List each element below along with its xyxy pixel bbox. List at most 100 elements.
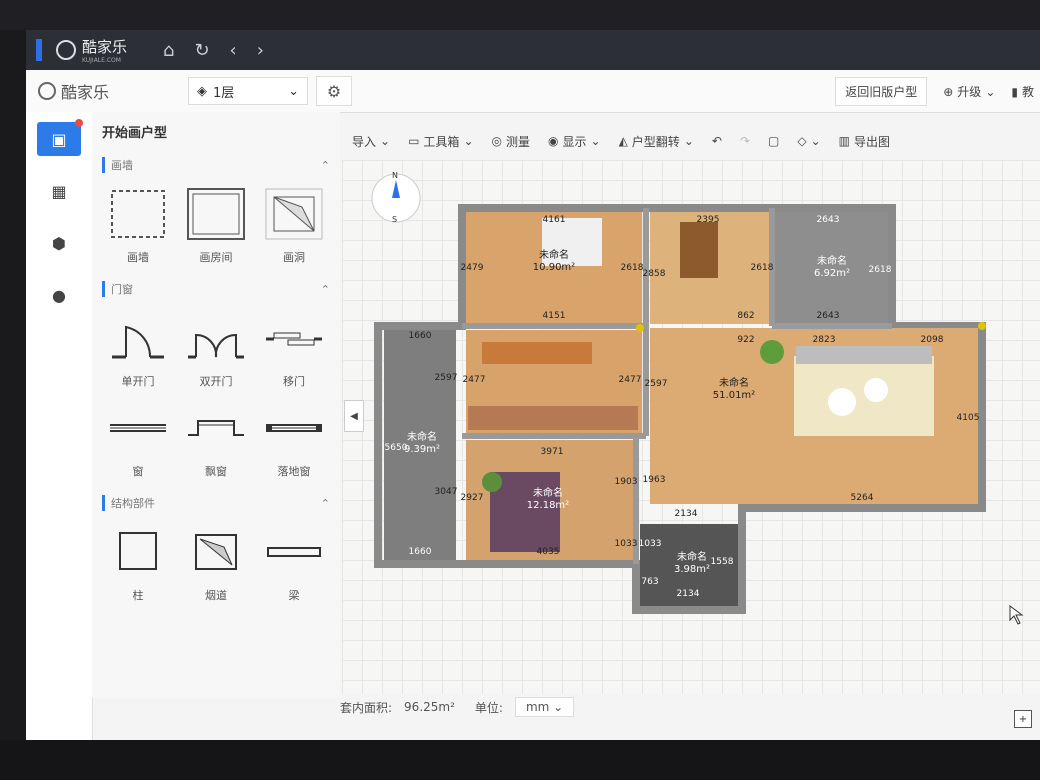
section-wall-header[interactable]: 画墙 ⌃ [92, 151, 340, 179]
dimension-label: 4105 [957, 413, 980, 423]
unit-value: mm [525, 700, 550, 714]
tool-label: 落地窗 [277, 465, 311, 478]
dimension-label: 2134 [677, 589, 700, 599]
measure-icon: ◎ [491, 134, 502, 148]
dimension-label: 2823 [813, 335, 836, 345]
section-structure-header[interactable]: 结构部件 ⌃ [92, 489, 340, 517]
sidebar-models[interactable]: ⬢ [37, 226, 81, 260]
wall-joint[interactable] [978, 322, 986, 330]
tool-draw-wall[interactable]: 画墙 [102, 183, 174, 265]
tool-double-door[interactable]: 双开门 [180, 307, 252, 389]
bay-window-icon [183, 397, 249, 459]
room-icon [183, 183, 249, 245]
gear-icon: ⚙ [326, 81, 342, 101]
section-structure: 结构部件 ⌃ 柱 烟道 梁 [92, 489, 340, 607]
section-structure-label: 结构部件 [102, 495, 155, 511]
settings-button[interactable]: ⚙ [316, 76, 352, 106]
section-door-header[interactable]: 门窗 ⌃ [92, 275, 340, 303]
tool-label: 画房间 [199, 251, 233, 264]
dimension-label: 2858 [643, 269, 666, 279]
cube-icon: ⬢ [52, 233, 66, 253]
forward-icon[interactable]: › [257, 40, 264, 61]
floorplan-icon: ▣ [51, 129, 67, 149]
undo-button[interactable]: ↶ [712, 134, 722, 148]
compass-s: S [392, 215, 397, 224]
chevron-down-icon: ⌄ [380, 134, 391, 148]
export-button[interactable]: ▥ 导出图 [839, 133, 890, 150]
tool-column[interactable]: 柱 [102, 521, 174, 603]
area-value: 96.25m² [404, 700, 455, 714]
toolbox-button[interactable]: ▭ 工具箱 ⌄ [408, 133, 473, 150]
toolbox-label: 工具箱 [423, 134, 460, 149]
chevron-down-icon: ⌄ [590, 134, 601, 148]
double-door-icon [183, 307, 249, 369]
redo-button[interactable]: ↷ [740, 134, 750, 148]
eraser-icon: ◇ [797, 134, 807, 148]
tool-draw-opening[interactable]: 画洞 [258, 183, 330, 265]
room-name: 未命名 [817, 254, 847, 267]
fullscreen-button[interactable]: + [1014, 710, 1032, 728]
dimension-label: 2927 [461, 493, 484, 503]
dimension-label: 2618 [751, 263, 774, 273]
cabinet [468, 406, 638, 430]
measure-button[interactable]: ◎ 测量 [492, 133, 531, 150]
dimension-label: 2098 [921, 335, 944, 345]
back-icon[interactable]: ‹ [230, 40, 237, 61]
wall-joint[interactable] [636, 324, 644, 332]
tutorial-button[interactable]: ▮ 教 [1011, 83, 1040, 100]
collapse-panel-button[interactable]: ◀ [344, 400, 364, 432]
display-button[interactable]: ◉ 显示 ⌄ [548, 133, 601, 150]
opening-icon [261, 183, 327, 245]
tool-beam[interactable]: 梁 [258, 521, 330, 603]
upgrade-button[interactable]: ⊕ 升级 ⌄ [937, 83, 1001, 100]
return-old-button[interactable]: 返回旧版户型 [835, 77, 928, 106]
logo-subtext: KUJIALE.COM [82, 57, 121, 64]
chevron-down-icon: ⌄ [810, 134, 821, 148]
floor-value: 1层 [213, 85, 235, 101]
beam-icon [261, 521, 327, 583]
tool-single-door[interactable]: 单开门 [102, 307, 174, 389]
sidebar-user[interactable]: ● [37, 278, 81, 312]
tool-label: 烟道 [205, 589, 227, 602]
plant-2 [760, 340, 784, 364]
unit-select[interactable]: mm ⌄ [514, 697, 575, 717]
refresh-icon[interactable]: ↻ [194, 40, 209, 61]
main-toolbar: 导入 ⌄ ▭ 工具箱 ⌄ ◎ 测量 ◉ 显示 ⌄ ◭ 户型翻转 ⌄ ↶ ↷ ▢ ◇ ⌄ ▥ 导出图 [342, 122, 1040, 160]
sidebar-draw-floorplan[interactable]: ▣ [37, 119, 83, 156]
dimension-label: 4035 [537, 547, 560, 557]
chevron-down-icon: ⌄ [985, 84, 996, 99]
flip-label: 户型翻转 [631, 134, 680, 149]
dimension-label: 1033 [639, 539, 662, 549]
save-button[interactable]: ▢ [768, 134, 779, 148]
dimension-label: 1033 [615, 539, 638, 549]
tool-floor-window[interactable]: 落地窗 [258, 397, 330, 479]
home-icon[interactable]: ⌂ [163, 40, 174, 61]
chevron-up-icon: ⌃ [320, 282, 330, 296]
sidebar-catalog[interactable]: ▦ [37, 174, 81, 208]
room-area: 3.98m² [674, 564, 710, 575]
flip-button[interactable]: ◭ 户型翻转 ⌄ [619, 133, 694, 150]
eraser-button[interactable]: ◇ ⌄ [797, 134, 820, 148]
compass[interactable]: N S [371, 171, 421, 224]
tool-window[interactable]: 窗 [102, 397, 174, 479]
tool-panel: 开始画户型 画墙 ⌃ 画墙 画房间 画洞 门窗 ⌃ 单开门 双开门 移门 窗 飘… [92, 112, 340, 698]
tool-draw-room[interactable]: 画房间 [180, 183, 252, 265]
room-area: 12.18m² [527, 500, 569, 511]
floorplan-canvas[interactable]: N S 未命名 10.90m² 未命名 6.92m² 未命名 51.01m² 未… [342, 160, 1040, 694]
undo-icon: ↶ [711, 134, 722, 148]
dining-table [680, 222, 718, 278]
floorplan-svg[interactable]: N S 未命名 10.90m² 未命名 6.92m² 未命名 51.01m² 未… [342, 160, 1040, 694]
app-logo-dark[interactable]: 酷家乐 KUJIALE.COM [56, 36, 127, 64]
rug [794, 356, 934, 436]
dimension-label: 4151 [543, 311, 566, 321]
save-icon: ▢ [768, 134, 780, 148]
area-label: 套内面积: [340, 700, 393, 715]
dimension-label: 1660 [409, 547, 432, 557]
tool-sliding-door[interactable]: 移门 [258, 307, 330, 389]
floor-select[interactable]: ◈ 1层 ⌄ [188, 77, 308, 105]
tool-flue[interactable]: 烟道 [180, 521, 252, 603]
tool-bay-window[interactable]: 飘窗 [180, 397, 252, 479]
dimension-label: 2479 [461, 263, 484, 273]
app-logo[interactable]: 酷家乐 [38, 79, 188, 103]
import-button[interactable]: 导入 ⌄ [352, 133, 390, 150]
